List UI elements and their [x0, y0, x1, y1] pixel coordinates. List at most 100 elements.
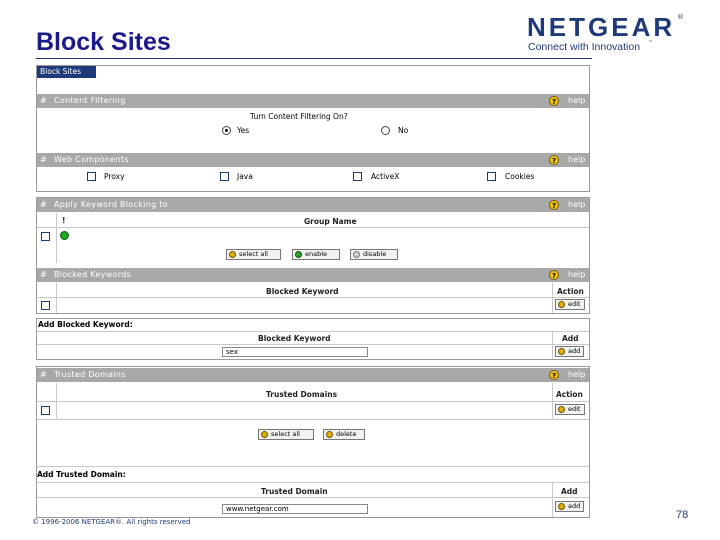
select-all-label: select all [239, 250, 268, 258]
status-dot-icon [60, 231, 69, 240]
content-filtering-question: Turn Content Filtering On? [250, 112, 348, 121]
table-header-line [37, 401, 589, 402]
add-keyword-heading: Add Blocked Keyword: [38, 320, 133, 329]
java-label: Java [237, 172, 253, 181]
help-link[interactable]: help [568, 155, 585, 164]
row-checkbox[interactable] [41, 301, 50, 310]
edit-button[interactable]: edit [555, 299, 585, 310]
cookies-label: Cookies [505, 172, 535, 181]
activex-label: ActiveX [371, 172, 400, 181]
tab-block-sites[interactable]: Block Sites [37, 66, 96, 78]
slide-title: Block Sites [36, 28, 171, 56]
column-divider [552, 482, 553, 517]
column-divider [56, 283, 57, 313]
help-link[interactable]: help [568, 200, 585, 209]
select-all-icon [229, 251, 236, 258]
disable-icon [353, 251, 360, 258]
help-icon[interactable]: ? [549, 270, 559, 280]
content-filtering-bar: # Content Filtering ? help [37, 94, 589, 108]
help-icon[interactable]: ? [549, 155, 559, 165]
delete-button[interactable]: delete [323, 429, 365, 440]
select-all-icon [261, 431, 268, 438]
col-group-header: Group Name [304, 217, 357, 226]
table-header-line [37, 227, 589, 228]
col-index-header: ! [62, 216, 66, 225]
col-keyword-header: Blocked Keyword [266, 287, 339, 296]
edit-label: edit [568, 405, 581, 413]
bar-bullet: # [40, 270, 48, 279]
edit-label: edit [568, 300, 581, 308]
delete-icon [326, 431, 333, 438]
add-domain-heading: Add Trusted Domain: [37, 470, 126, 479]
row-checkbox[interactable] [41, 406, 50, 415]
logo-registered-mark: ® [677, 13, 684, 21]
blocked-keywords-bar: # Blocked Keywords ? help [37, 268, 589, 282]
enable-icon [295, 251, 302, 258]
radio-no[interactable] [381, 126, 390, 135]
bar-bullet: # [40, 96, 48, 105]
radio-yes[interactable] [222, 126, 231, 135]
add-icon [558, 348, 565, 355]
help-link[interactable]: help [568, 96, 585, 105]
col-add-header: Add [562, 334, 579, 343]
radio-no-label: No [398, 126, 409, 135]
column-divider [56, 213, 57, 263]
enable-button[interactable]: enable [292, 249, 340, 260]
apply-keyword-bar: # Apply Keyword Blocking to ? help [37, 198, 589, 212]
col-keyword-header: Blocked Keyword [258, 334, 331, 343]
col-action-header: Action [556, 390, 583, 399]
add-label: add [568, 347, 581, 355]
edit-button[interactable]: edit [555, 404, 585, 415]
edit-icon [558, 406, 565, 413]
blocked-keyword-input[interactable]: sex [222, 347, 368, 357]
title-divider [36, 58, 592, 59]
column-divider [552, 331, 553, 359]
proxy-label: Proxy [104, 172, 125, 181]
add-icon [558, 503, 565, 510]
table-top-line [37, 331, 589, 332]
web-components-title: Web Components [54, 155, 129, 164]
section-divider [37, 466, 589, 467]
col-domains-header: Trusted Domains [266, 390, 338, 399]
add-keyword-button[interactable]: add [555, 346, 584, 357]
edit-icon [558, 301, 565, 308]
page-number: 78 [676, 509, 689, 521]
help-icon[interactable]: ? [549, 200, 559, 210]
checkbox-proxy[interactable] [87, 172, 96, 181]
trusted-domains-title: Trusted Domains [54, 370, 126, 379]
table-top-line [37, 482, 589, 483]
trusted-domains-bar: # Trusted Domains ? help [37, 368, 589, 382]
add-domain-button[interactable]: add [555, 501, 584, 512]
checkbox-java[interactable] [220, 172, 229, 181]
disable-label: disable [363, 250, 387, 258]
logo-trademark: ™ [648, 40, 653, 46]
col-action-header: Action [557, 287, 584, 296]
select-all-button[interactable]: select all [226, 249, 281, 260]
help-link[interactable]: help [568, 270, 585, 279]
help-icon[interactable]: ? [549, 96, 559, 106]
trusted-domain-input[interactable]: www.netgear.com [222, 504, 368, 514]
row-checkbox[interactable] [41, 232, 50, 241]
netgear-logo: NETGEAR [527, 12, 676, 42]
web-components-bar: # Web Components ? help [37, 153, 589, 167]
table-header-line [37, 297, 589, 298]
copyright-footer: © 1996-2006 NETGEAR®. All rights reserve… [32, 518, 191, 526]
table-bottom-line [37, 419, 589, 420]
apply-keyword-title: Apply Keyword Blocking to [54, 200, 168, 209]
disable-button[interactable]: disable [350, 249, 398, 260]
checkbox-cookies[interactable] [487, 172, 496, 181]
checkbox-activex[interactable] [353, 172, 362, 181]
help-icon[interactable]: ? [549, 370, 559, 380]
add-label: add [568, 502, 581, 510]
col-add-header: Add [561, 487, 578, 496]
bar-bullet: # [40, 370, 48, 379]
tab-label: Block Sites [40, 67, 81, 76]
enable-label: enable [305, 250, 328, 258]
logo-tagline: Connect with Innovation [528, 41, 641, 53]
select-all-button[interactable]: select all [258, 429, 314, 440]
radio-yes-label: Yes [237, 126, 250, 135]
table-header-line [37, 344, 589, 345]
help-link[interactable]: help [568, 370, 585, 379]
blocked-keywords-title: Blocked Keywords [54, 270, 132, 279]
col-domain-header: Trusted Domain [261, 487, 328, 496]
